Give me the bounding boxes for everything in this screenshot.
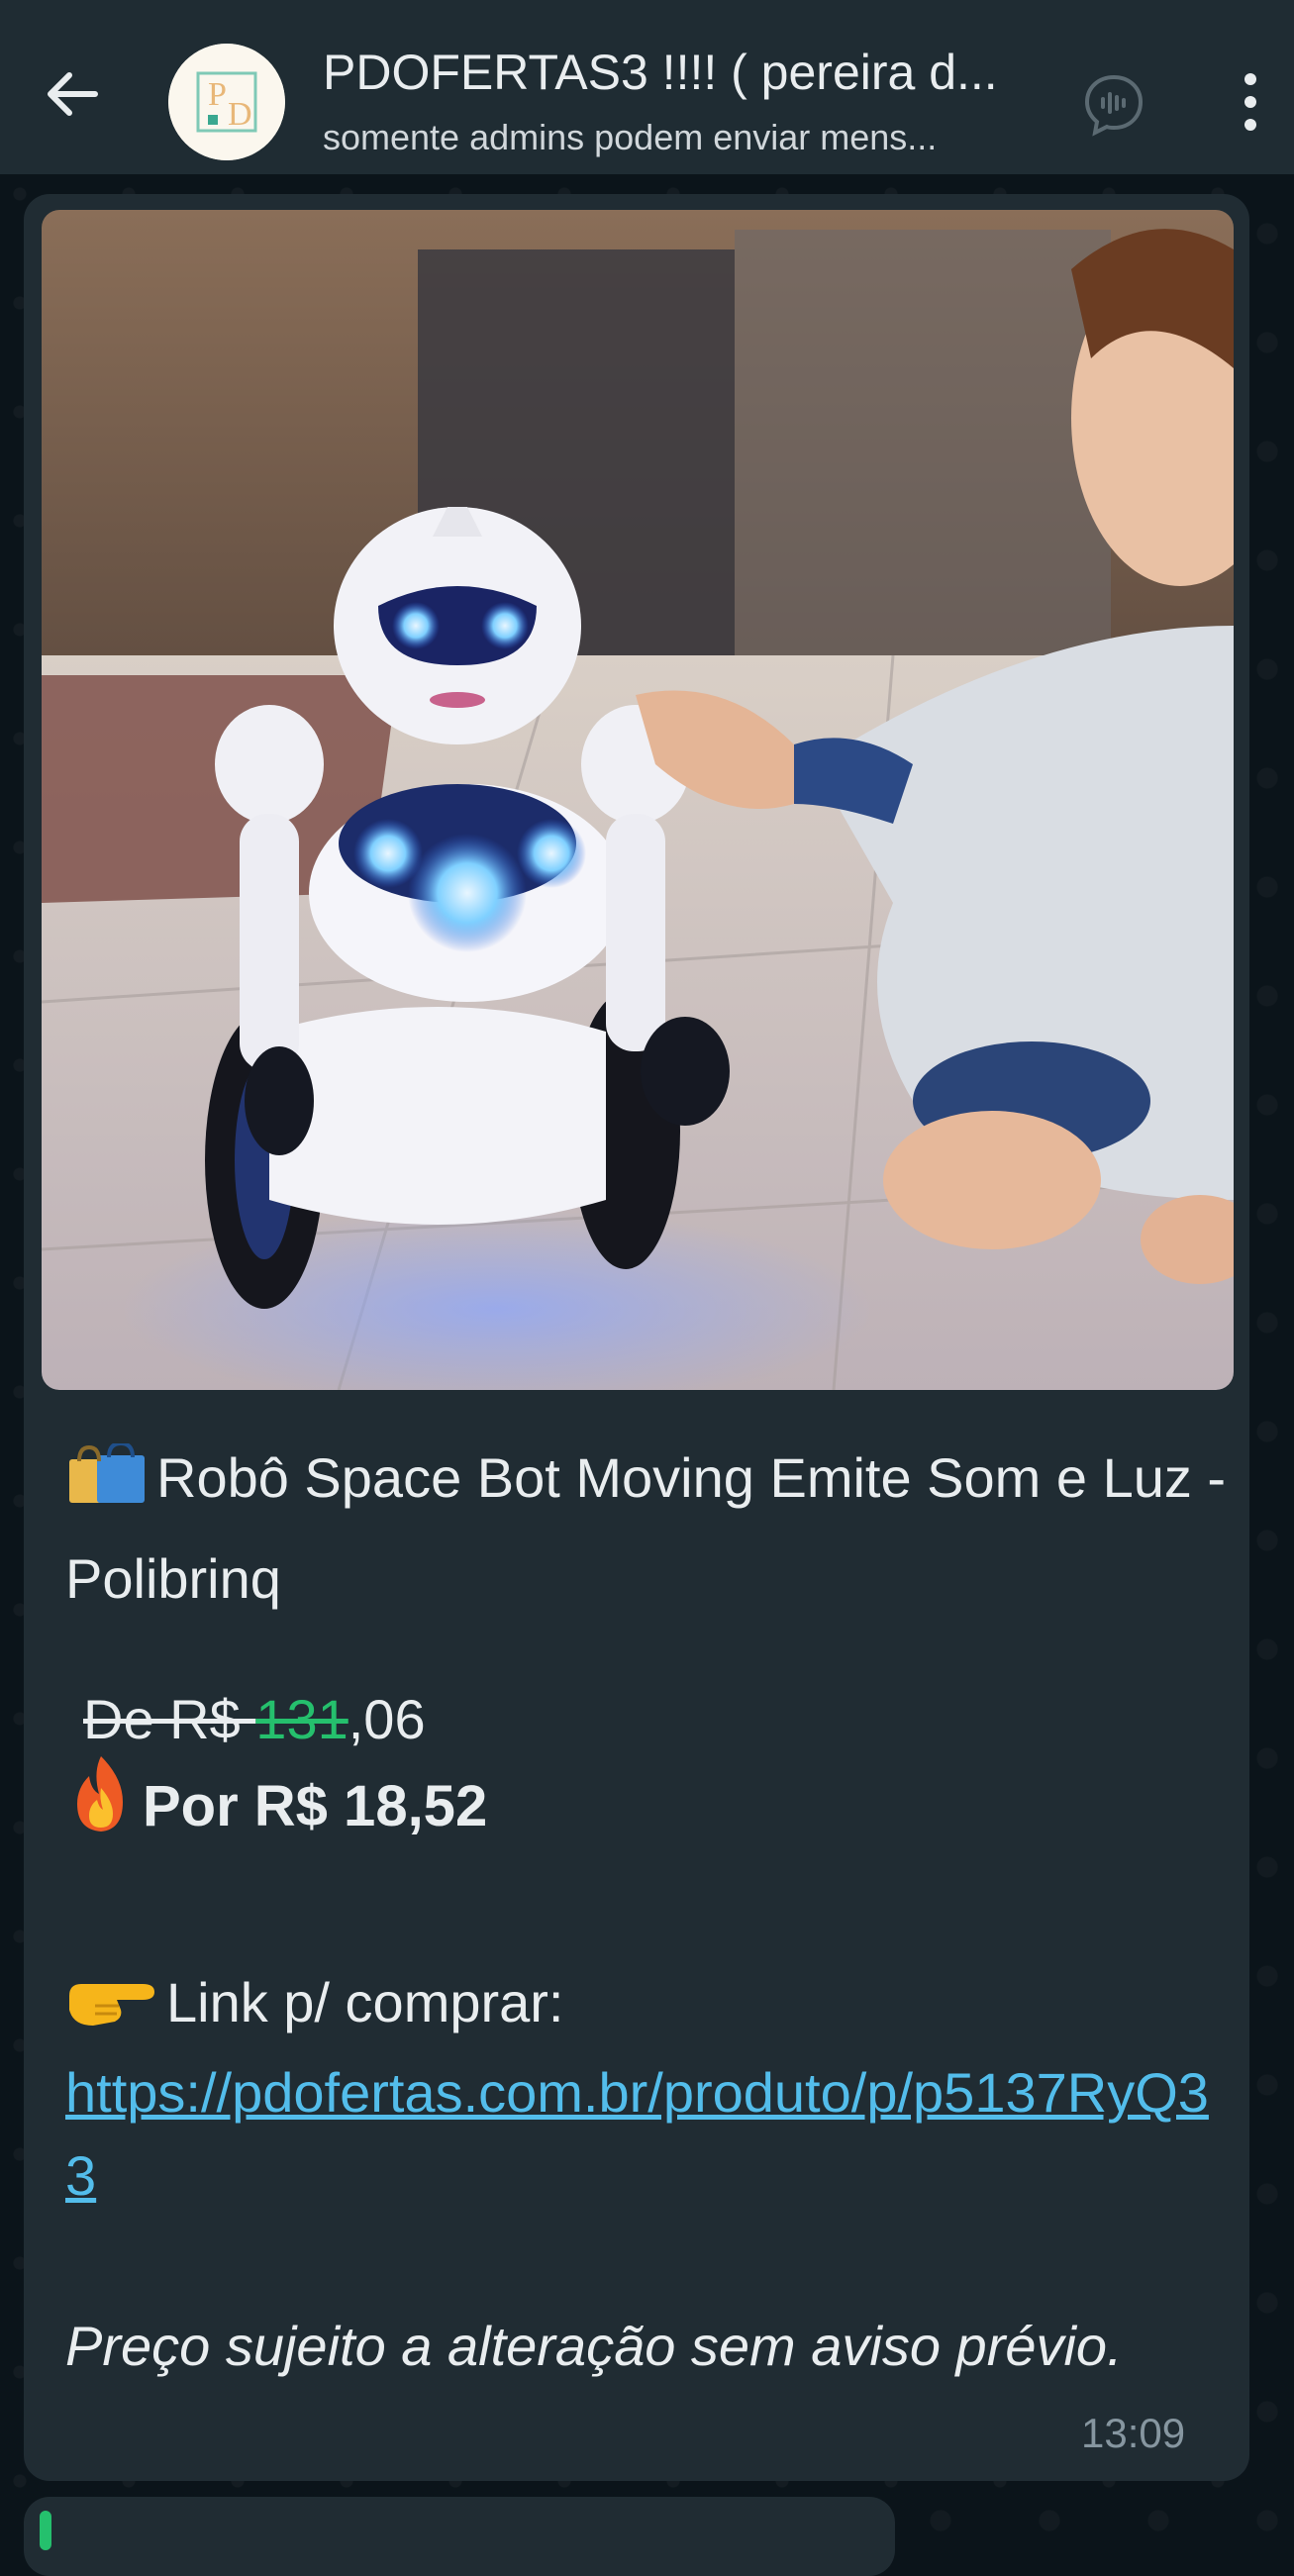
price-disclaimer: Preço sujeito a alteração sem aviso prév… [65, 2315, 1123, 2377]
new-price: Por R$ 18,52 [65, 1754, 487, 1847]
svg-text:P: P [208, 76, 227, 113]
product-link[interactable]: https://pdofertas.com.br/produto/p/p5137… [65, 2051, 1214, 2218]
old-price-prefix: De R$ [83, 1688, 256, 1750]
link-label: Link p/ comprar: [65, 1970, 564, 2042]
product-title-text: Robô Space Bot Moving Emite Som e Luz - … [65, 1446, 1227, 1610]
product-title: Robô Space Bot Moving Emite Som e Luz - … [65, 1432, 1234, 1626]
next-message-bubble[interactable] [24, 2497, 895, 2576]
next-message-accent [40, 2511, 51, 2550]
old-price-suffix: ,06 [348, 1688, 426, 1750]
message-bubble[interactable]: Robô Space Bot Moving Emite Som e Luz - … [24, 194, 1249, 2481]
chat-subtitle: somente admins podem enviar mens... [323, 117, 938, 157]
svg-text:D: D [228, 96, 252, 133]
back-arrow-icon[interactable] [38, 59, 107, 129]
shopping-bags-icon [65, 1439, 150, 1533]
message-time: 13:09 [1081, 2410, 1186, 2456]
chat-header: P D PDOFERTAS3 !!!! ( pereira d... somen… [0, 0, 1294, 174]
old-price: De R$ 131,06 [83, 1687, 426, 1751]
chat-title[interactable]: PDOFERTAS3 !!!! ( pereira d... [323, 44, 1036, 101]
fire-icon [65, 1754, 137, 1847]
old-price-value: 131 [255, 1688, 348, 1750]
new-price-text: Por R$ 18,52 [143, 1774, 488, 1838]
more-options-icon[interactable] [1226, 67, 1275, 137]
pointing-hand-icon [65, 1970, 160, 2042]
voice-chat-icon[interactable] [1079, 69, 1148, 139]
product-photo[interactable] [42, 210, 1234, 1390]
group-avatar[interactable]: P D [168, 44, 285, 160]
link-label-text: Link p/ comprar: [166, 1971, 564, 2033]
